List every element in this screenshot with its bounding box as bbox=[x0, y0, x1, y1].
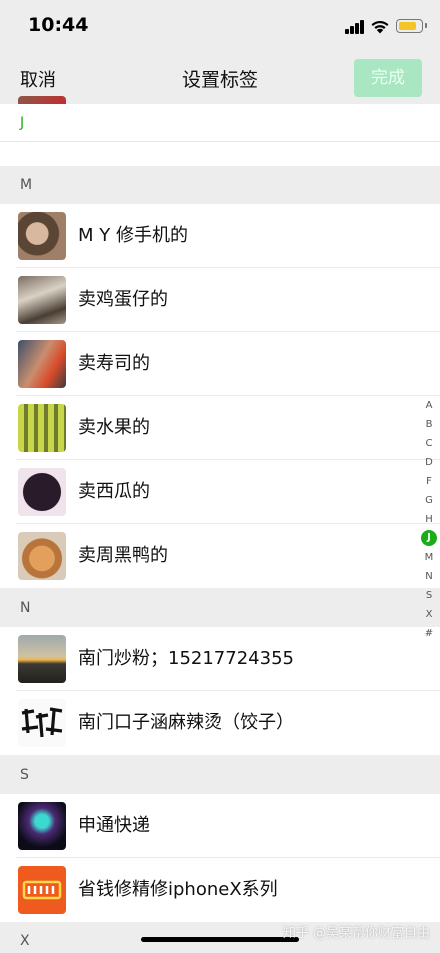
battery-icon bbox=[396, 19, 427, 33]
wifi-icon bbox=[371, 20, 389, 34]
contact-row[interactable]: 卖周黑鸭的 bbox=[0, 524, 440, 588]
contact-row[interactable]: 卖西瓜的 bbox=[0, 460, 440, 524]
index-letter-d[interactable]: D bbox=[418, 453, 440, 472]
contact-name: 省钱修精修iphoneX系列 bbox=[78, 879, 278, 900]
contact-row[interactable]: 申通快递 bbox=[0, 794, 440, 858]
cellular-signal-icon bbox=[345, 20, 365, 34]
section-header-m: M bbox=[0, 166, 440, 204]
contact-row[interactable]: 卖寿司的 bbox=[0, 332, 440, 396]
contact-name: 卖西瓜的 bbox=[78, 481, 150, 502]
contact-name: 卖寿司的 bbox=[78, 353, 150, 374]
avatar bbox=[18, 532, 66, 580]
done-button[interactable]: 完成 bbox=[354, 59, 422, 97]
avatar bbox=[18, 468, 66, 516]
index-letter-s[interactable]: S bbox=[418, 586, 440, 605]
home-indicator bbox=[141, 937, 299, 942]
index-letter-f[interactable]: F bbox=[418, 472, 440, 491]
avatar bbox=[18, 635, 66, 683]
avatar bbox=[18, 276, 66, 324]
avatar bbox=[18, 212, 66, 260]
contact-name: M Y 修手机的 bbox=[78, 225, 188, 246]
index-letter-m[interactable]: M bbox=[418, 548, 440, 567]
alphabet-index-bar[interactable]: A B C D F G H J M N S X # bbox=[418, 396, 440, 643]
status-time: 10:44 bbox=[28, 14, 89, 36]
status-bar: 10:44 bbox=[0, 0, 440, 52]
index-letter-g[interactable]: G bbox=[418, 491, 440, 510]
contact-row[interactable]: M Y 修手机的 bbox=[0, 204, 440, 268]
index-letter-j[interactable]: J bbox=[421, 530, 437, 546]
index-letter-a[interactable]: A bbox=[418, 396, 440, 415]
avatar bbox=[18, 404, 66, 452]
index-letter-hash[interactable]: # bbox=[418, 624, 440, 643]
contact-row[interactable]: 省钱修精修iphoneX系列 bbox=[0, 858, 440, 922]
section-header-n: N bbox=[0, 589, 440, 627]
avatar bbox=[18, 866, 66, 914]
nav-bar: 取消 设置标签 完成 bbox=[0, 52, 440, 104]
contact-row[interactable]: 南门炒粉；15217724355 bbox=[0, 627, 440, 691]
contact-row[interactable]: 卖鸡蛋仔的 bbox=[0, 268, 440, 332]
contact-name: 卖鸡蛋仔的 bbox=[78, 289, 168, 310]
contact-row[interactable]: 南门口子涵麻辣烫（饺子） bbox=[0, 691, 440, 755]
avatar bbox=[18, 802, 66, 850]
avatar bbox=[18, 699, 66, 747]
index-letter-b[interactable]: B bbox=[418, 415, 440, 434]
contact-name: 南门口子涵麻辣烫（饺子） bbox=[78, 712, 294, 733]
section-header-s: S bbox=[0, 756, 440, 794]
contact-row[interactable]: 卖水果的 bbox=[0, 396, 440, 460]
contact-name: 南门炒粉；15217724355 bbox=[78, 648, 294, 669]
index-letter-h[interactable]: H bbox=[418, 510, 440, 529]
contact-name: 申通快递 bbox=[78, 815, 150, 836]
section-header-j: J bbox=[0, 104, 440, 142]
contact-name: 卖水果的 bbox=[78, 417, 150, 438]
index-letter-n[interactable]: N bbox=[418, 567, 440, 586]
index-letter-c[interactable]: C bbox=[418, 434, 440, 453]
contact-name: 卖周黑鸭的 bbox=[78, 545, 168, 566]
watermark: 知乎 @吴某帮你财富自由 bbox=[282, 926, 430, 941]
avatar bbox=[18, 340, 66, 388]
index-letter-x[interactable]: X bbox=[418, 605, 440, 624]
